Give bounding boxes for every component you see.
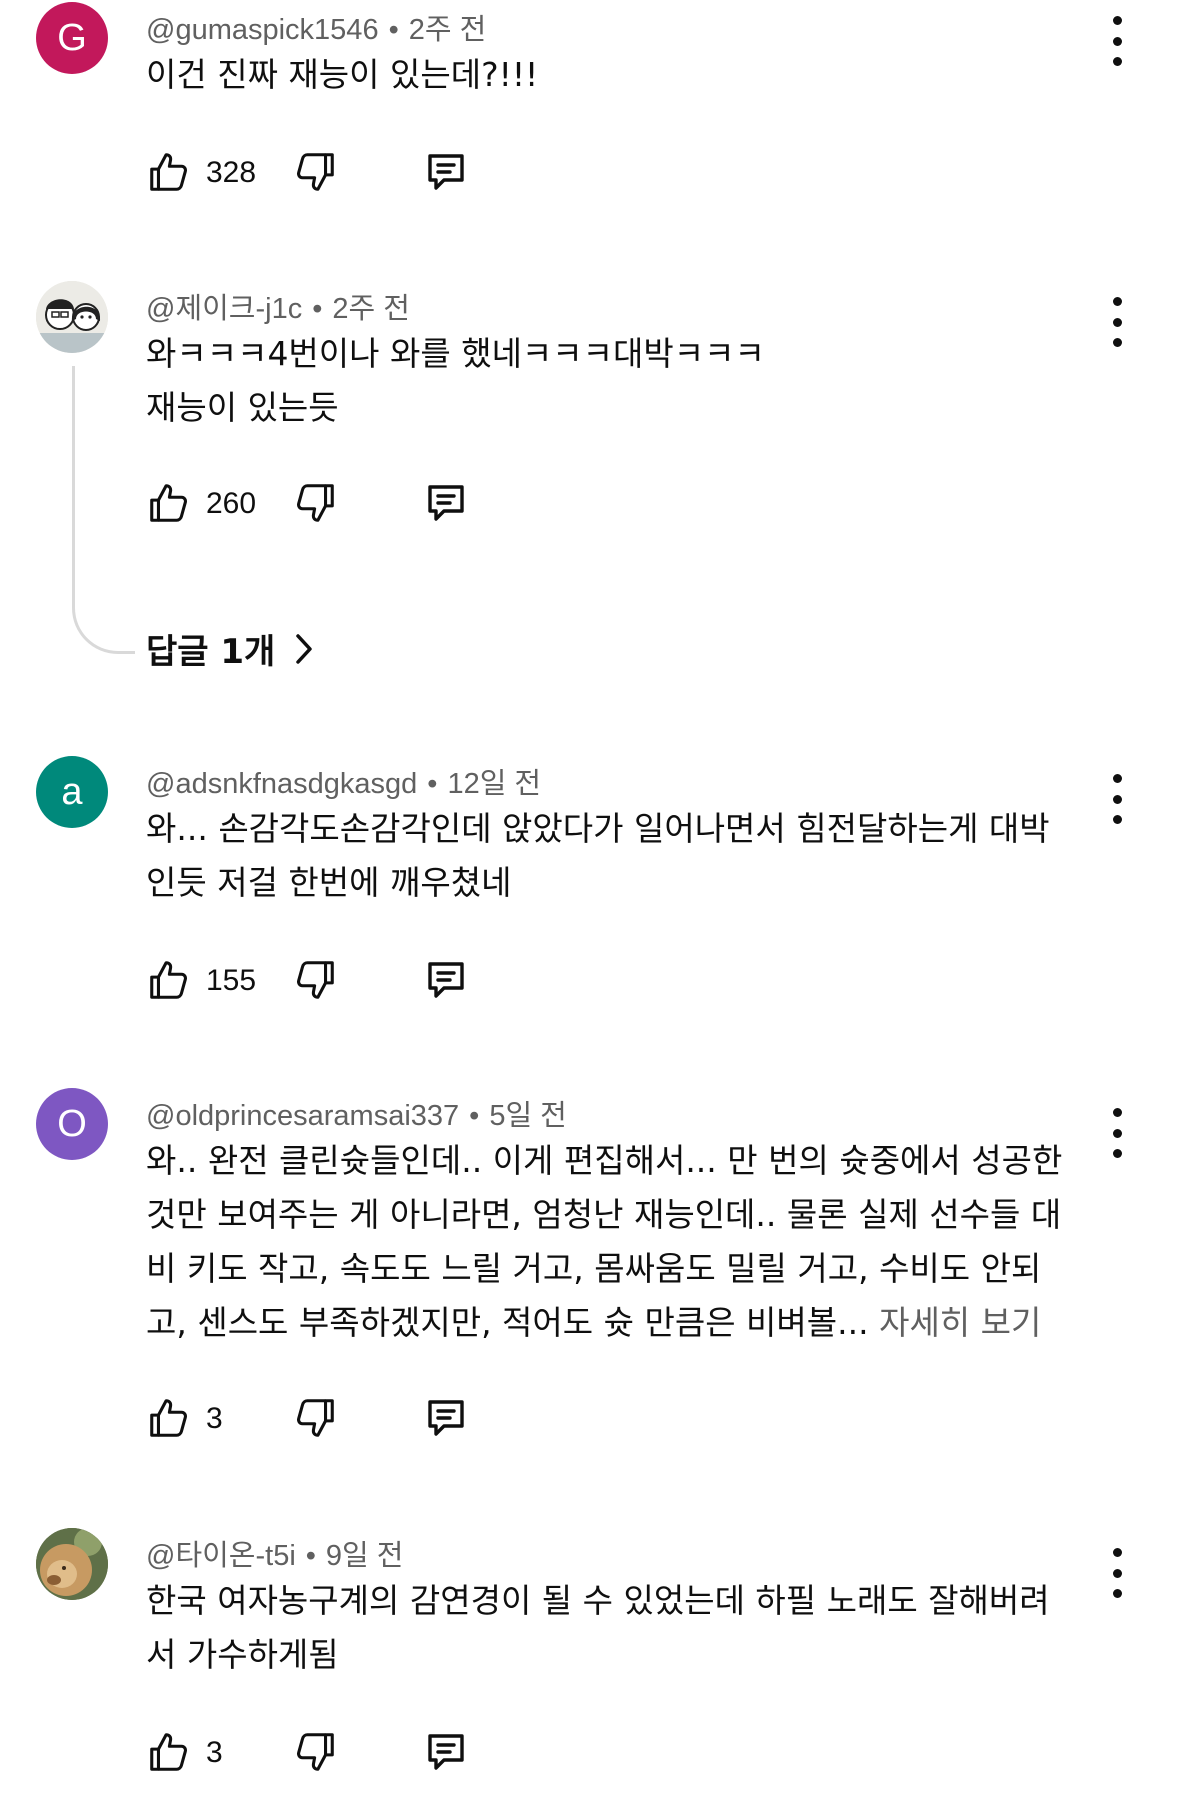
author-handle[interactable]: @gumaspick1546 (146, 14, 379, 46)
view-replies-button[interactable]: 답글 1개 (146, 624, 315, 673)
author-handle[interactable]: @타이온-t5i (146, 1540, 296, 1572)
chevron-right-icon (296, 633, 313, 664)
more-vert-icon[interactable] (1102, 1548, 1132, 1598)
author-handle[interactable]: @adsnkfnasdgkasgd (146, 768, 417, 800)
reply-button[interactable] (422, 952, 470, 1008)
thumb-up-icon (150, 1733, 187, 1771)
meta-separator: • (312, 293, 323, 325)
comment-line: 것만 보여주는 게 아니라면, 엄청난 재능인데.. 물론 실제 선수들 대 (146, 1195, 1062, 1234)
more-vert-icon[interactable] (1102, 297, 1132, 347)
avatar[interactable]: G (36, 2, 108, 74)
dislike-button[interactable] (292, 475, 338, 531)
comment-line: 와ㅋㅋㅋ4번이나 와를 했네ㅋㅋㅋ대박ㅋㅋㅋ (146, 334, 765, 373)
reply-button[interactable] (422, 1724, 470, 1780)
comment-text: 와.. 완전 클린슛들인데.. 이게 편집해서... 만 번의 슛중에서 성공한… (146, 1134, 1106, 1350)
like-button[interactable] (146, 1390, 192, 1446)
like-count: 328 (206, 156, 257, 189)
thumb-down-icon (297, 484, 334, 522)
meta-separator: • (427, 768, 438, 800)
reply-button[interactable] (422, 475, 470, 531)
comment-text: 한국 여자농구계의 감연경이 될 수 있었는데 하필 노래도 잘해버려 서 가수… (146, 1574, 1106, 1682)
comment-actions: 260 (146, 475, 546, 531)
comment-actions: 328 (146, 144, 546, 200)
avatar[interactable]: O (36, 1088, 108, 1160)
comment-time: 5일 전 (489, 1100, 567, 1132)
avatar[interactable]: a (36, 756, 108, 828)
reply-icon (428, 485, 464, 521)
thumb-up-icon (150, 961, 187, 999)
author-handle[interactable]: @oldprincesaramsai337 (146, 1100, 459, 1132)
like-button[interactable] (146, 144, 192, 200)
comment-line-text: 고, 센스도 부족하겠지만, 적어도 슛 만큼은 비벼볼... (146, 1303, 880, 1342)
comment-line: 와.. 완전 클린슛들인데.. 이게 편집해서... 만 번의 슛중에서 성공한 (146, 1141, 1063, 1180)
comment-time: 2주 전 (408, 14, 487, 46)
meta-separator: • (305, 1540, 316, 1572)
more-vert-icon[interactable] (1102, 16, 1132, 66)
comment-text: 와... 손감각도손감각인데 앉았다가 일어나면서 힘전달하는게 대박 인듯 저… (146, 802, 1106, 910)
thumb-down-icon (297, 1733, 334, 1771)
thumb-down-icon (297, 153, 334, 191)
reply-icon (428, 1734, 464, 1770)
reply-icon (428, 154, 464, 190)
meta-separator: • (388, 14, 399, 46)
comment-line: 서 가수하게됨 (146, 1635, 339, 1674)
avatar[interactable] (36, 1528, 108, 1600)
comment-time: 12일 전 (447, 768, 542, 800)
comment-line: 이건 진짜 재능이 있는데?!!! (146, 55, 539, 94)
comment-meta: @제이크-j1c • 2주 전 (146, 285, 410, 327)
comment-line: 인듯 저걸 한번에 깨우쳤네 (146, 863, 512, 902)
like-button[interactable] (146, 475, 192, 531)
reply-button[interactable] (422, 1390, 470, 1446)
thumb-up-icon (150, 153, 187, 191)
more-vert-icon[interactable] (1102, 1108, 1132, 1158)
thumb-down-icon (297, 961, 334, 999)
dislike-button[interactable] (292, 144, 338, 200)
dislike-button[interactable] (292, 1724, 338, 1780)
like-button[interactable] (146, 1724, 192, 1780)
lion-photo-icon (36, 1528, 108, 1600)
thread-line (72, 366, 135, 654)
meta-separator: • (469, 1100, 480, 1132)
replies-label: 답글 1개 (146, 632, 276, 672)
comment-text: 이건 진짜 재능이 있는데?!!! (146, 48, 1106, 102)
more-vert-icon[interactable] (1102, 774, 1132, 824)
comment-meta: @oldprincesaramsai337 • 5일 전 (146, 1092, 567, 1134)
like-count: 3 (206, 1402, 223, 1435)
comment-meta: @adsnkfnasdgkasgd • 12일 전 (146, 760, 541, 802)
like-button[interactable] (146, 952, 192, 1008)
comment-line: 와... 손감각도손감각인데 앉았다가 일어나면서 힘전달하는게 대박 (146, 809, 1050, 848)
comment-actions: 3 (146, 1724, 546, 1780)
author-handle[interactable]: @제이크-j1c (146, 293, 302, 325)
like-count: 3 (206, 1736, 223, 1769)
comment-meta: @타이온-t5i • 9일 전 (146, 1532, 403, 1574)
avatar-letter: O (57, 1102, 87, 1145)
avatar-letter: a (61, 770, 83, 813)
like-count: 260 (206, 487, 257, 520)
thumb-up-icon (150, 484, 187, 522)
read-more-link[interactable]: 자세히 보기 (879, 1303, 1041, 1342)
reply-button[interactable] (422, 144, 470, 200)
thumb-down-icon (297, 1399, 334, 1437)
reply-icon (428, 962, 464, 998)
comment-text: 와ㅋㅋㅋ4번이나 와를 했네ㅋㅋㅋ대박ㅋㅋㅋ 재능이 있는듯 (146, 327, 1106, 435)
comment-meta: @gumaspick1546 • 2주 전 (146, 6, 486, 48)
comment-time: 9일 전 (325, 1540, 404, 1572)
comment-actions: 3 (146, 1390, 546, 1446)
dislike-button[interactable] (292, 1390, 338, 1446)
comment-actions: 155 (146, 952, 546, 1008)
comment-time: 2주 전 (332, 293, 410, 325)
thumb-up-icon (150, 1399, 187, 1437)
avatar[interactable] (36, 281, 108, 353)
comment-line: 비 키도 작고, 속도도 느릴 거고, 몸싸움도 밀릴 거고, 수비도 안되 (146, 1249, 1042, 1288)
reply-icon (428, 1400, 464, 1436)
avatar-letter: G (57, 16, 87, 59)
like-count: 155 (206, 964, 257, 997)
couple-illustration-icon (36, 281, 108, 353)
comment-line: 한국 여자농구계의 감연경이 될 수 있었는데 하필 노래도 잘해버려 (146, 1581, 1050, 1620)
dislike-button[interactable] (292, 952, 338, 1008)
comment-line: 고, 센스도 부족하겠지만, 적어도 슛 만큼은 비벼볼... 자세히 보기 (146, 1296, 1106, 1350)
comment-line: 재능이 있는듯 (146, 388, 339, 427)
